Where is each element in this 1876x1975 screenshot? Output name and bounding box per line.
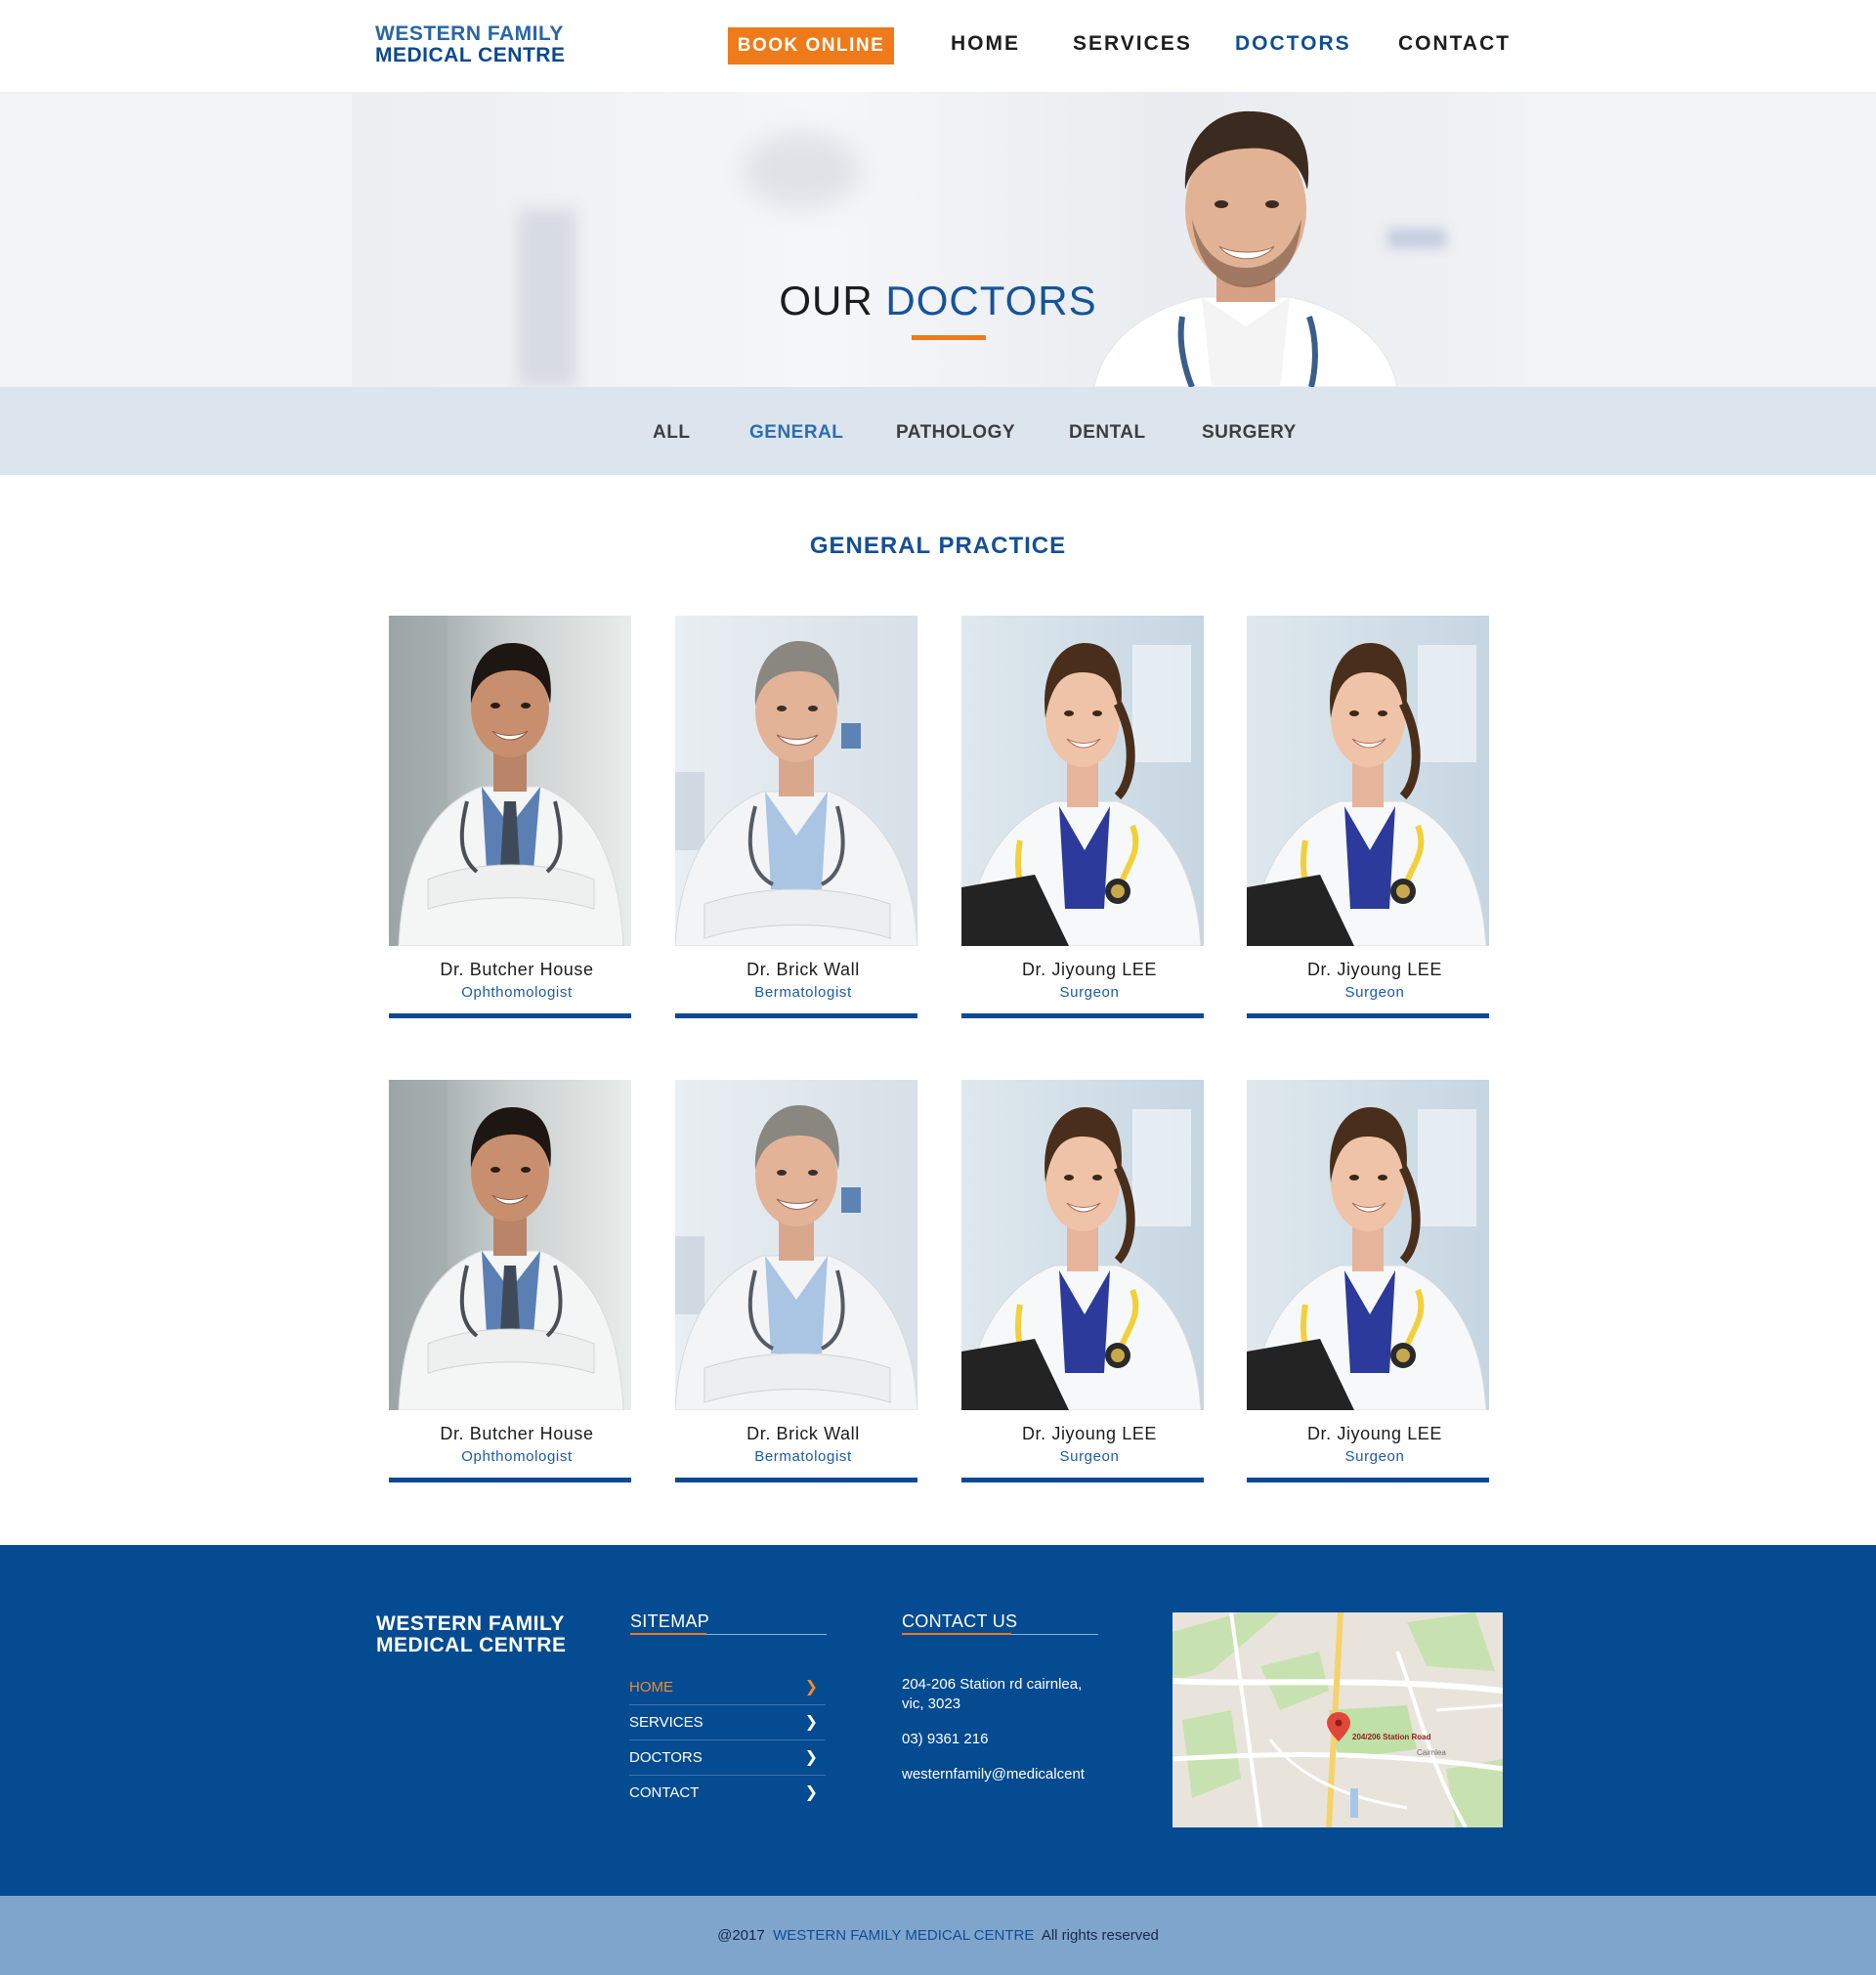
- nav-home[interactable]: HOME: [951, 32, 1020, 56]
- copyright-text: @2017 WESTERN FAMILY MEDICAL CENTRE All …: [0, 1927, 1876, 1944]
- filter-pathology[interactable]: PATHOLOGY: [896, 422, 1015, 444]
- page-title-plain: OUR: [779, 278, 874, 323]
- copyright-bar: @2017 WESTERN FAMILY MEDICAL CENTRE All …: [0, 1896, 1876, 1975]
- doctor-card[interactable]: Dr. Jiyoung LEE Surgeon: [961, 1080, 1204, 1482]
- sitemap-heading: SITEMAP: [630, 1611, 710, 1631]
- footer-link-label: SERVICES: [629, 1714, 704, 1731]
- footer-link-contact[interactable]: CONTACT ❯: [629, 1776, 826, 1811]
- copyright-year: @2017: [717, 1927, 765, 1944]
- doctor-name: Dr. Jiyoung LEE: [1306, 960, 1443, 979]
- doctor-specialty: Surgeon: [1059, 1448, 1120, 1465]
- chevron-right-icon: ❯: [804, 1679, 818, 1696]
- contact-heading-accent: [902, 1633, 1011, 1635]
- filter-surgery[interactable]: SURGERY: [1202, 422, 1297, 444]
- hero-blur-shape: [743, 131, 860, 209]
- card-underline: [675, 1013, 917, 1018]
- page-title-accent: DOCTORS: [885, 278, 1097, 323]
- doctor-photo: [675, 616, 917, 946]
- page-title: OUR DOCTORS: [0, 278, 1876, 324]
- card-underline: [1247, 1478, 1489, 1482]
- doctor-photo: [389, 1080, 631, 1410]
- doctor-name: Dr. Brick Wall: [746, 960, 860, 979]
- chevron-right-icon: ❯: [804, 1749, 818, 1766]
- doctor-specialty: Surgeon: [1059, 984, 1120, 1001]
- nav-services[interactable]: SERVICES: [1073, 32, 1192, 56]
- doctor-card[interactable]: Dr. Jiyoung LEE Surgeon: [961, 616, 1204, 1018]
- doctor-specialty: Bermatologist: [754, 984, 852, 1001]
- card-underline: [389, 1013, 631, 1018]
- contact-email[interactable]: westernfamily@medicalcent: [902, 1765, 1085, 1784]
- doctor-card[interactable]: Dr. Brick Wall Bermatologist: [675, 616, 917, 1018]
- hero-banner: OUR DOCTORS: [0, 92, 1876, 387]
- doctor-name: Dr. Butcher House: [440, 960, 594, 979]
- copyright-rights: All rights reserved: [1041, 1927, 1159, 1944]
- address-line-1: 204-206 Station rd cairnlea,: [902, 1676, 1083, 1693]
- map-area-label: Cairnlea: [1417, 1748, 1446, 1757]
- doctor-specialty: Surgeon: [1344, 984, 1405, 1001]
- doctor-photo: [675, 1080, 917, 1410]
- footer-link-home[interactable]: HOME ❯: [629, 1670, 826, 1705]
- doctor-photo: [389, 616, 631, 946]
- card-underline: [389, 1478, 631, 1482]
- contact-heading: CONTACT US: [902, 1611, 1018, 1631]
- card-underline: [961, 1478, 1204, 1482]
- doctor-card[interactable]: Dr. Brick Wall Bermatologist: [675, 1080, 917, 1482]
- footer-link-label: HOME: [629, 1679, 673, 1696]
- doctor-name: Dr. Butcher House: [440, 1424, 594, 1443]
- card-underline: [1247, 1013, 1489, 1018]
- doctor-specialty: Surgeon: [1344, 1448, 1405, 1465]
- card-underline: [675, 1478, 917, 1482]
- nav-contact[interactable]: CONTACT: [1398, 32, 1511, 56]
- sitemap-heading-accent: [630, 1633, 706, 1635]
- hero-doctor-image: [1093, 110, 1398, 387]
- logo-line-1: WESTERN FAMILY: [375, 22, 564, 45]
- doctor-name: Dr. Jiyoung LEE: [1306, 1424, 1443, 1443]
- footer-link-label: CONTACT: [629, 1784, 700, 1801]
- contact-phone[interactable]: 03) 9361 216: [902, 1730, 988, 1749]
- filter-dental[interactable]: DENTAL: [1069, 422, 1146, 444]
- category-filter-bar: ALL GENERAL PATHOLOGY DENTAL SURGERY: [0, 387, 1876, 475]
- doctor-specialty: Bermatologist: [754, 1448, 852, 1465]
- filter-general[interactable]: GENERAL: [749, 422, 843, 444]
- doctor-card[interactable]: Dr. Butcher House Ophthomologist: [389, 616, 631, 1018]
- doctor-card[interactable]: Dr. Jiyoung LEE Surgeon: [1247, 616, 1489, 1018]
- nav-doctors[interactable]: DOCTORS: [1235, 32, 1351, 56]
- map-pin-label: 204/206 Station Road: [1352, 1733, 1431, 1741]
- doctor-name: Dr. Jiyoung LEE: [1021, 960, 1158, 979]
- filter-all[interactable]: ALL: [653, 422, 690, 444]
- doctor-photo: [961, 1080, 1204, 1410]
- doctor-name: Dr. Brick Wall: [746, 1424, 860, 1443]
- doctor-specialty: Ophthomologist: [461, 1448, 573, 1465]
- address-line-2: vic, 3023: [902, 1696, 961, 1712]
- chevron-right-icon: ❯: [804, 1714, 818, 1731]
- location-map[interactable]: 204/206 Station Road Cairnlea: [1172, 1612, 1503, 1827]
- doctor-card[interactable]: Dr. Butcher House Ophthomologist: [389, 1080, 631, 1482]
- copyright-brand[interactable]: WESTERN FAMILY MEDICAL CENTRE: [773, 1927, 1034, 1944]
- footer-link-doctors[interactable]: DOCTORS ❯: [629, 1740, 826, 1776]
- doctor-name: Dr. Jiyoung LEE: [1021, 1424, 1158, 1443]
- footer-logo-line-1: WESTERN FAMILY: [376, 1612, 565, 1635]
- doctor-specialty: Ophthomologist: [461, 984, 573, 1001]
- map-graphic: 204/206 Station Road Cairnlea: [1172, 1612, 1503, 1827]
- footer-link-services[interactable]: SERVICES ❯: [629, 1705, 826, 1740]
- chevron-right-icon: ❯: [804, 1784, 818, 1801]
- doctor-photo: [1247, 616, 1489, 946]
- footer-logo[interactable]: WESTERN FAMILY MEDICAL CENTRE: [376, 1613, 566, 1656]
- site-logo[interactable]: WESTERN FAMILY MEDICAL CENTRE: [375, 23, 565, 66]
- section-title: GENERAL PRACTICE: [809, 533, 1067, 559]
- site-header: WESTERN FAMILY MEDICAL CENTRE BOOK ONLIN…: [0, 0, 1876, 92]
- card-underline: [961, 1013, 1204, 1018]
- contact-address: 204-206 Station rd cairnlea, vic, 3023: [902, 1675, 1082, 1714]
- logo-line-2: MEDICAL CENTRE: [375, 44, 566, 66]
- book-online-button[interactable]: BOOK ONLINE: [728, 27, 894, 64]
- site-footer: WESTERN FAMILY MEDICAL CENTRE SITEMAP HO…: [0, 1545, 1876, 1896]
- footer-logo-line-2: MEDICAL CENTRE: [376, 1634, 567, 1656]
- doctor-photo: [961, 616, 1204, 946]
- doctor-card[interactable]: Dr. Jiyoung LEE Surgeon: [1247, 1080, 1489, 1482]
- title-underline: [912, 335, 986, 340]
- doctor-photo: [1247, 1080, 1489, 1410]
- footer-link-label: DOCTORS: [629, 1749, 703, 1766]
